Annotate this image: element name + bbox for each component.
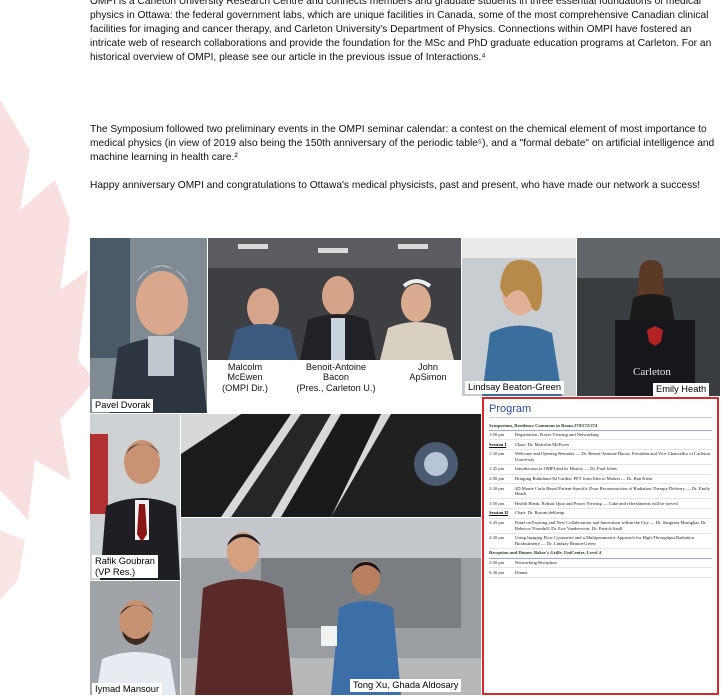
- caption-malcolm-mcewen: Malcolm McEwen (OMPI Dir.): [222, 362, 268, 393]
- article-paragraph-3: Happy anniversary OMPI and congratulatio…: [90, 180, 701, 191]
- program-row: 2:30 pm 4D Monte Carlo Based Patient-Spec…: [489, 484, 712, 500]
- article-paragraph-1: OMPI is a Carleton University Research C…: [90, 0, 712, 63]
- program-row-event: Networking Reception: [515, 560, 557, 565]
- caption-benoit-antoine-bacon: Benoit-Antoine Bacon (Pres., Carleton U.…: [296, 362, 376, 393]
- program-row-time: 5:00 pm: [489, 560, 505, 565]
- program-row-time: Symposium, Residence Commons in Room 270…: [489, 422, 598, 428]
- program-row: Session II Chair: Dr. Rowan deKemp: [489, 509, 712, 519]
- program-row: Symposium, Residence Commons in Room 270…: [489, 421, 712, 431]
- program-row: 5:00 pm Networking Reception: [489, 559, 712, 569]
- program-row-time: 3:45 pm: [489, 520, 505, 526]
- caption-pavel-dvorak: Pavel Dvorak: [92, 399, 154, 412]
- photo-tong-ghada: [181, 518, 481, 695]
- program-row-event: Panel on Existing and New Collaboration …: [515, 520, 707, 531]
- program-row-time: 6:30 pm: [489, 569, 505, 575]
- caption-emily-heath: Emily Heath: [653, 383, 710, 396]
- program-row-time: 2:30 pm: [489, 485, 505, 491]
- program-row: Reception and Dinner, Baker's Grille, Un…: [489, 549, 712, 559]
- program-row-event: Introduction to OMPI and its History — D…: [515, 466, 617, 472]
- program-row-event: 4D Monte Carlo Based Patient-Specific Do…: [515, 485, 711, 497]
- program-row-event: Welcome and Opening Remarks — Dr. Benoit…: [515, 451, 710, 462]
- program-row-time: 2:00 pm: [489, 476, 505, 482]
- photo-iymad-mansour: [90, 581, 180, 695]
- program-row-event: Chair: Dr. Rowan deKemp: [515, 510, 565, 516]
- caption-john-apsimon: John ApSimon: [409, 362, 447, 383]
- program-row: Session I Chair: Dr. Malcolm McEwen: [489, 440, 712, 450]
- photo-pavel-dvorak: [90, 238, 207, 413]
- article-paragraph-2: The Symposium followed two preliminary e…: [90, 124, 715, 163]
- program-row-event: Registration, Poster Viewing and Network…: [515, 432, 599, 438]
- program-row-time: Reception and Dinner, Baker's Grille, Un…: [489, 550, 602, 556]
- program-row: 1:30 pm Welcome and Opening Remarks — Dr.…: [489, 450, 712, 465]
- program-row-event: Bringing Rubidium-82 Cardiac PET from Id…: [515, 476, 653, 482]
- caption-lindsay-beaton-green: Lindsay Beaton-Green: [465, 381, 565, 394]
- maple-leaf-watermark-icon: [0, 100, 95, 600]
- program-row: 3:00 pm Health Break, Robust Quiz and Pos…: [489, 499, 712, 509]
- program-row-event: Health Break, Robust Quiz and Poster Vie…: [515, 500, 679, 506]
- program-row-time: 1:30 pm: [489, 451, 505, 457]
- photo-program-booklets: [181, 414, 481, 517]
- program-row: 6:30 pm Dinner: [489, 568, 712, 578]
- program-row: 2:00 pm Bringing Rubidium-82 Cardiac PET …: [489, 475, 712, 485]
- photo-lindsay-beaton-green: [462, 238, 576, 396]
- photo-emily-heath: Carleton: [577, 238, 720, 396]
- program-row-time: 4:30 pm: [489, 535, 505, 541]
- program-card: Program Symposium, Residence Commons in …: [482, 397, 719, 695]
- caption-iymad-mansour: Iymad Mansour: [92, 683, 163, 696]
- program-row: 1:45 pm Introduction to OMPI and its Hist…: [489, 465, 712, 475]
- group-name-labels: Malcolm McEwen (OMPI Dir.) Benoit-Antoin…: [208, 360, 461, 402]
- program-rows: Symposium, Residence Commons in Room 270…: [489, 421, 712, 578]
- program-row: 4:30 pm Using Imaging Flow Cytometry and …: [489, 534, 712, 549]
- program-row-time: Session II: [489, 510, 509, 516]
- program-row-event: Using Imaging Flow Cytometry and a Multi…: [515, 535, 694, 546]
- program-row-time: Session I: [489, 441, 507, 447]
- caption-rafik-goubran: Rafik Goubran (VP Res.): [92, 555, 158, 578]
- program-row-time: 3:00 pm: [489, 500, 505, 506]
- program-row: 1:00 pm Registration, Poster Viewing and …: [489, 431, 712, 441]
- program-row: 3:45 pm Panel on Existing and New Collabo…: [489, 519, 712, 534]
- photo-group-three-men: [208, 238, 461, 360]
- program-title: Program: [489, 403, 712, 418]
- program-row-event: Chair: Dr. Malcolm McEwen: [515, 441, 569, 447]
- program-row-time: 1:45 pm: [489, 466, 505, 472]
- program-row-event: Dinner: [515, 569, 528, 575]
- program-row-time: 1:00 pm: [489, 432, 505, 438]
- podium-carleton-text: Carleton: [633, 366, 671, 378]
- caption-tong-xu-ghada-aldosary: Tong Xu, Ghada Aldosary: [350, 679, 462, 692]
